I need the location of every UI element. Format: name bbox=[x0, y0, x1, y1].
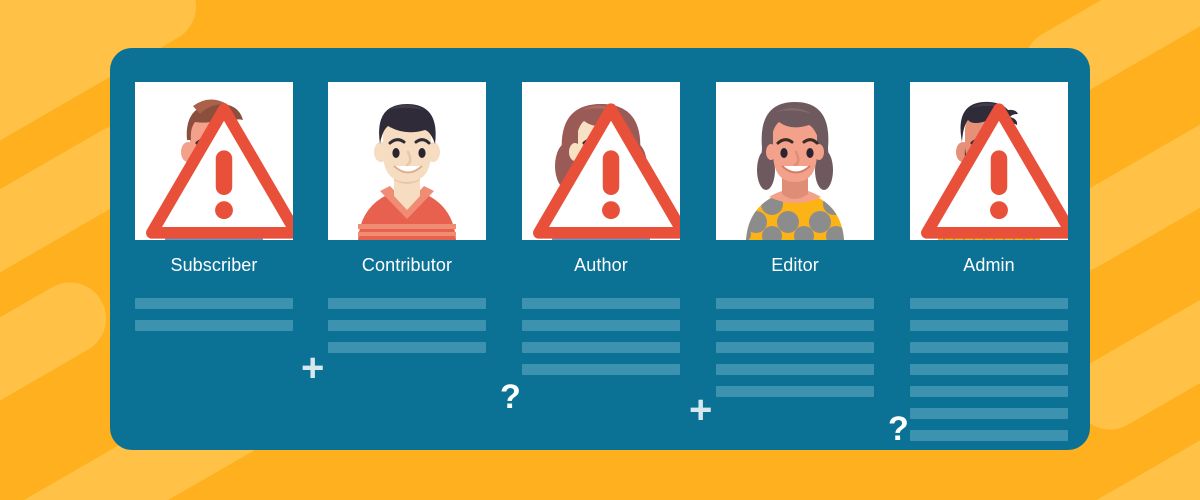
capability-bars-editor bbox=[716, 298, 874, 408]
capability-bars-subscriber bbox=[135, 298, 293, 342]
warning-triangle-icon bbox=[146, 103, 293, 239]
capability-bar bbox=[910, 342, 1068, 353]
capability-bar bbox=[135, 320, 293, 331]
capability-bar bbox=[910, 320, 1068, 331]
role-label-author: Author bbox=[574, 255, 628, 275]
operator-question-contributor: ? bbox=[500, 378, 521, 416]
warning-triangle-icon bbox=[533, 103, 680, 239]
role-label-subscriber: Subscriber bbox=[170, 255, 258, 275]
avatar-subscriber[interactable] bbox=[135, 82, 293, 240]
warning-triangle-icon bbox=[921, 103, 1068, 239]
capability-bar bbox=[522, 320, 680, 331]
capability-bar bbox=[716, 342, 874, 353]
capability-bar bbox=[328, 342, 486, 353]
role-column-contributor[interactable]: Contributor bbox=[328, 82, 486, 353]
role-label-contributor: Contributor bbox=[361, 255, 453, 275]
avatar-admin[interactable] bbox=[910, 82, 1068, 240]
capability-bars-admin bbox=[910, 298, 1068, 452]
operator-question-editor: ? bbox=[888, 410, 909, 448]
capability-bar bbox=[522, 342, 680, 353]
role-column-subscriber[interactable]: Subscriber bbox=[135, 82, 293, 331]
capability-bar bbox=[716, 298, 874, 309]
capability-bar bbox=[716, 320, 874, 331]
capability-bar bbox=[910, 386, 1068, 397]
roles-grid: Subscriber Contributor Author Editor Adm… bbox=[135, 82, 1068, 446]
capability-bar bbox=[910, 408, 1068, 419]
capability-bar bbox=[910, 364, 1068, 375]
capability-bar bbox=[522, 298, 680, 309]
role-column-admin[interactable]: Admin bbox=[910, 82, 1068, 441]
roles-panel: Subscriber Contributor Author Editor Adm… bbox=[110, 48, 1090, 450]
capability-bars-contributor bbox=[328, 298, 486, 364]
capability-bar bbox=[328, 298, 486, 309]
avatar-contributor[interactable] bbox=[328, 82, 486, 240]
capability-bars-author bbox=[522, 298, 680, 386]
capability-bar bbox=[716, 386, 874, 397]
capability-bar bbox=[328, 320, 486, 331]
role-label-admin: Admin bbox=[963, 255, 1015, 275]
capability-bar bbox=[522, 364, 680, 375]
screenshot-canvas: Subscriber Contributor Author Editor Adm… bbox=[0, 0, 1200, 500]
operator-plus-author-editor: + bbox=[689, 388, 713, 432]
role-label-editor: Editor bbox=[771, 255, 819, 275]
operator-plus-subscriber-contributor: + bbox=[301, 346, 325, 390]
capability-bar bbox=[910, 430, 1068, 441]
capability-bar bbox=[716, 364, 874, 375]
role-column-editor[interactable]: Editor bbox=[716, 82, 874, 397]
capability-bar bbox=[910, 298, 1068, 309]
capability-bar bbox=[135, 298, 293, 309]
avatar-editor[interactable] bbox=[716, 82, 874, 240]
role-column-author[interactable]: Author bbox=[522, 82, 680, 375]
avatar-author[interactable] bbox=[522, 82, 680, 240]
